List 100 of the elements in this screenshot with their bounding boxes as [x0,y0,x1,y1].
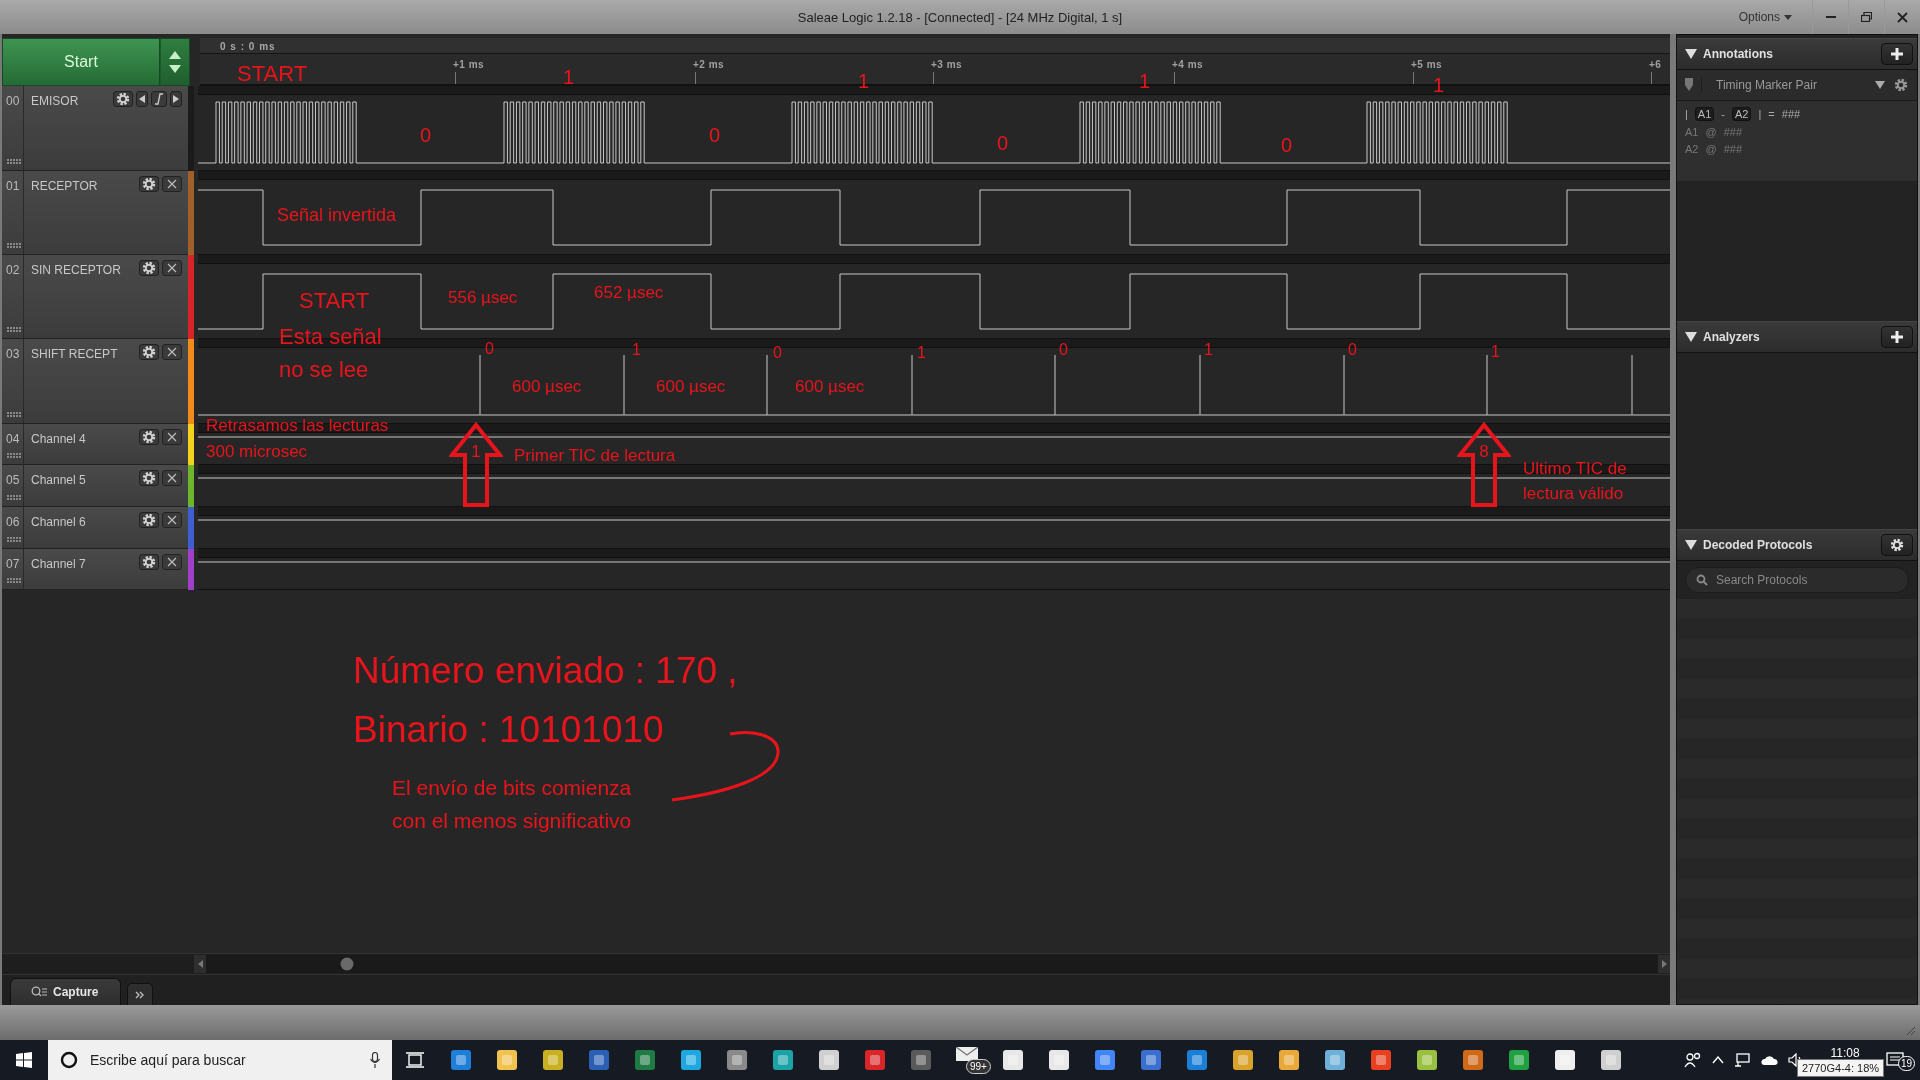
app-icon[interactable] [1507,1048,1531,1072]
grip-icon[interactable] [7,327,21,332]
app-icon[interactable] [817,1048,841,1072]
mail-icon[interactable] [956,1047,978,1061]
grip-icon[interactable] [7,495,21,500]
scroll-right-button[interactable] [1658,955,1670,973]
grip-icon[interactable] [7,243,21,248]
annotation-text: 1 [632,341,641,360]
arrow-label: 8 [1478,442,1490,462]
settings-button[interactable] [139,260,159,276]
scroll-thumb[interactable] [340,957,354,971]
at-sign: @ [1705,126,1717,138]
app-icon[interactable] [1599,1048,1623,1072]
app-icon[interactable] [587,1048,611,1072]
app-icon[interactable] [633,1048,657,1072]
collapse-triangle-icon[interactable] [1685,540,1697,550]
grip-icon[interactable] [7,453,21,458]
remove-button[interactable] [162,429,182,445]
settings-button[interactable] [1881,534,1913,556]
clock[interactable]: 11:08 [1814,1046,1876,1060]
annotation-text: 0 [485,340,494,359]
remove-button[interactable] [162,554,182,570]
gear-icon [115,91,131,107]
resize-grip-icon[interactable] [1906,1026,1916,1036]
channel-name: SHIFT RECEPT [30,346,119,363]
scroll-left-button[interactable] [194,955,206,973]
start-button[interactable]: Start [2,38,160,86]
app-icon[interactable] [725,1048,749,1072]
app-icon[interactable] [909,1048,933,1072]
cloud-icon[interactable] [1760,1054,1778,1066]
close-icon [167,515,177,525]
app-icon[interactable] [679,1048,703,1072]
app-icon[interactable] [771,1048,795,1072]
app-icon[interactable] [1001,1048,1025,1072]
previous-edge-button[interactable] [136,91,148,107]
settings-button[interactable] [139,344,159,360]
options-menu[interactable]: Options [1738,10,1812,24]
people-icon[interactable] [1684,1052,1702,1068]
search-box[interactable]: Escribe aquí para buscar [48,1040,392,1080]
gear-icon[interactable] [1893,77,1909,93]
app-icon[interactable] [1553,1048,1577,1072]
app-icon[interactable] [1231,1048,1255,1072]
annotation-text: 1 [1491,343,1500,362]
chevron-up-icon[interactable] [1712,1056,1724,1064]
annotation-text: Número enviado : 170 , [353,650,738,693]
grip-icon[interactable] [7,578,21,583]
channel-name: RECEPTOR [30,178,99,195]
more-tabs-button[interactable] [127,983,154,1005]
remove-button[interactable] [162,344,182,360]
app-icon[interactable] [1185,1048,1209,1072]
app-icon[interactable] [863,1048,887,1072]
formula-text: ### [1781,108,1801,120]
up-button[interactable] [169,51,181,59]
network-icon[interactable] [1734,1053,1750,1067]
grip-icon[interactable] [7,159,21,164]
collapse-triangle-icon[interactable] [1685,332,1697,342]
app-icon[interactable] [1047,1048,1071,1072]
grip-icon[interactable] [7,537,21,542]
app-icon[interactable] [495,1048,519,1072]
app-icon[interactable] [1415,1048,1439,1072]
restore-icon [1861,12,1872,22]
gear-icon [141,260,157,276]
settings-button[interactable] [113,91,133,107]
settings-button[interactable] [139,512,159,528]
search-field[interactable]: Escribe aquí para buscar [88,1051,360,1069]
remove-button[interactable] [162,260,182,276]
settings-button[interactable] [139,429,159,445]
annotation-text: 1 [1204,341,1213,360]
settings-button[interactable] [139,554,159,570]
trigger-button[interactable] [151,91,167,107]
app-icon[interactable] [1323,1048,1347,1072]
next-edge-button[interactable] [170,91,182,107]
app-icon[interactable] [1093,1048,1117,1072]
capture-tab[interactable]: Capture [10,978,122,1005]
app-icon[interactable] [449,1048,473,1072]
search-field[interactable]: Search Protocols [1714,572,1898,588]
app-icon[interactable] [1461,1048,1485,1072]
collapse-triangle-icon[interactable] [1685,49,1697,59]
search-box[interactable]: Search Protocols [1685,567,1909,593]
app-icon[interactable] [541,1048,565,1072]
section-title: Analyzers [1703,330,1761,344]
app-icon[interactable] [1277,1048,1301,1072]
dropdown-triangle-icon[interactable] [1875,81,1885,89]
add-analyzer-button[interactable] [1881,326,1913,348]
settings-button[interactable] [139,176,159,192]
remove-button[interactable] [162,176,182,192]
down-button[interactable] [169,65,181,73]
annotation-text: 600 µsec [656,377,726,397]
edge-icon [154,93,164,105]
app-icon[interactable] [1369,1048,1393,1072]
app-icon[interactable] [1139,1048,1163,1072]
task-view-icon[interactable] [406,1052,424,1068]
remove-button[interactable] [162,470,182,486]
grip-icon[interactable] [7,412,21,417]
remove-button[interactable] [162,512,182,528]
annotation-text: Primer TIC de lectura [514,446,676,466]
add-annotation-button[interactable] [1881,43,1913,65]
left-triangle-icon [197,960,203,968]
settings-button[interactable] [139,470,159,486]
microphone-icon[interactable] [370,1052,380,1068]
